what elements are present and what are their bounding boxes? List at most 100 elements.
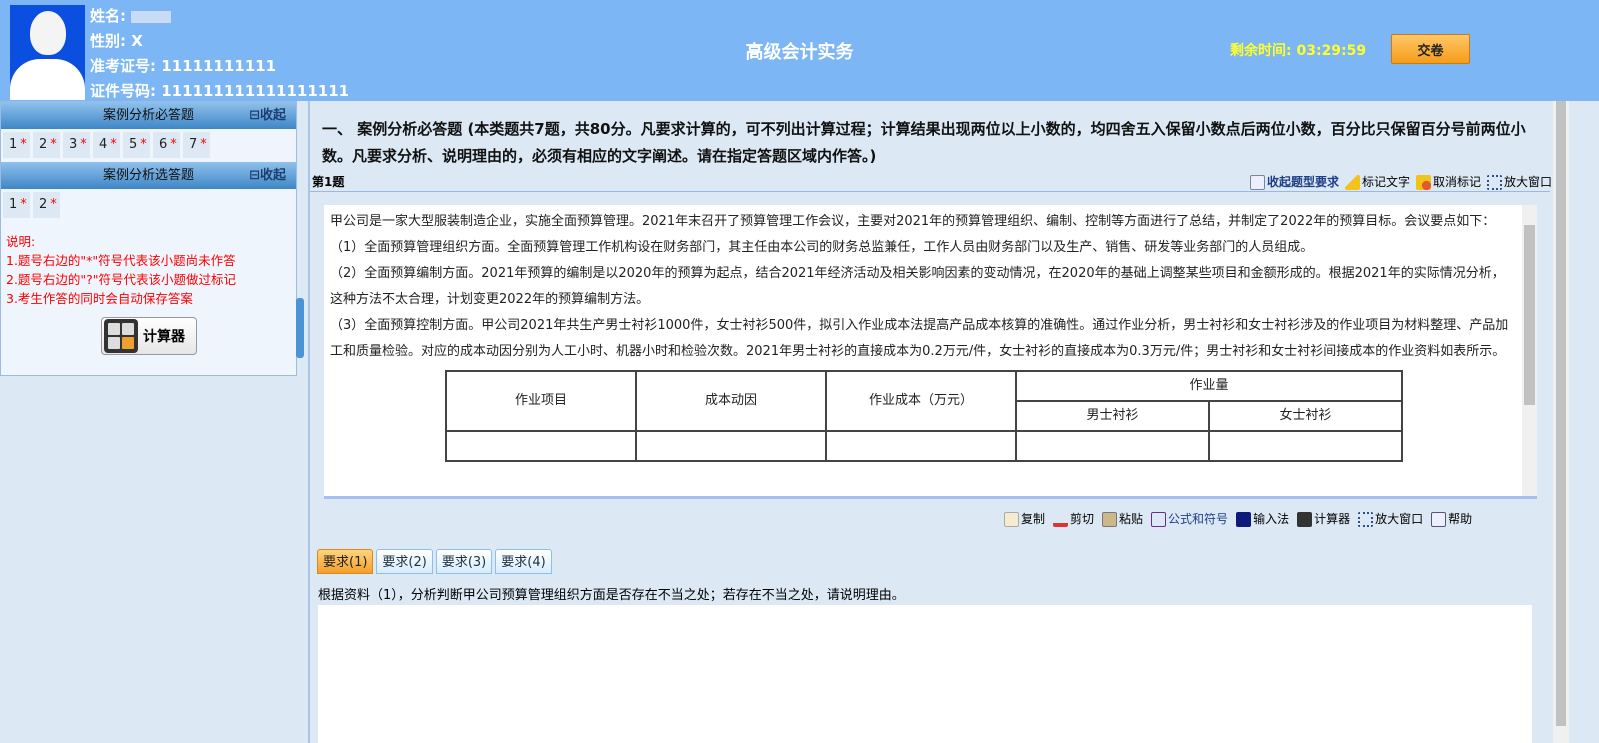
note-line: 3.考生作答的同时会自动保存答案	[6, 291, 193, 306]
question-button[interactable]: 4 *	[93, 132, 120, 158]
table-header: 男士衬衫	[1015, 400, 1210, 432]
table-header: 作业项目	[445, 370, 637, 432]
submit-exam-button[interactable]: 交卷	[1391, 34, 1470, 64]
name-blurred	[131, 10, 172, 23]
unanswered-mark: *	[110, 137, 117, 152]
table-header: 成本动因	[635, 370, 827, 432]
unanswered-mark: *	[50, 137, 57, 152]
requirement-tabs: 要求(1) 要求(2) 要求(3) 要求(4)	[317, 549, 552, 574]
question-number: 5	[129, 137, 138, 152]
label: 放大窗口	[1503, 175, 1552, 189]
book-icon	[1431, 512, 1447, 527]
question-button[interactable]: 5 *	[123, 132, 150, 158]
question-button[interactable]: 1 *	[3, 132, 30, 158]
tab-requirement-4[interactable]: 要求(4)	[495, 549, 552, 574]
table-header: 作业量	[1015, 370, 1403, 402]
mark-text-button[interactable]: 标记文字	[1344, 173, 1410, 190]
copy-icon	[1004, 512, 1019, 527]
question-list: 1 * 2 * 3 * 4 * 5 * 6 * 7 *	[1, 129, 296, 162]
formula-icon	[1151, 512, 1167, 527]
maximize-icon	[1486, 175, 1502, 190]
label: 复制	[1021, 512, 1046, 526]
question-content: 甲公司是一家大型服装制造企业，实施全面预算管理。2021年末召开了预算管理工作会…	[324, 205, 1522, 496]
id-value: 111111111111111111	[161, 82, 350, 100]
help-button[interactable]: 帮助	[1431, 510, 1472, 527]
question-button[interactable]: 3 *	[63, 132, 90, 158]
answer-input[interactable]	[318, 605, 1532, 743]
header: 姓名: 性别: X 准考证号: 11111111111 证件号码: 111111…	[0, 0, 1599, 101]
remaining-time: 剩余时间: 03:29:59	[1230, 40, 1366, 60]
gender-value: X	[131, 32, 143, 50]
question-button[interactable]: 1 *	[3, 192, 30, 218]
cut-button[interactable]: 剪切	[1053, 510, 1094, 527]
label: 公式和符号	[1168, 512, 1229, 526]
section-instructions: 一、 案例分析必答题 (本类题共7题，共80分。凡要求计算的，可不列出计算过程；…	[322, 120, 1526, 165]
maximize-editor-button[interactable]: 放大窗口	[1358, 510, 1423, 527]
question-toolbar: 收起题型要求 标记文字 取消标记 放大窗口	[1249, 173, 1552, 190]
candidate-info: 姓名: 性别: X 准考证号: 11111111111 证件号码: 111111…	[90, 4, 349, 104]
name-label: 姓名:	[90, 7, 126, 25]
collapse-button[interactable]: ⊟收起	[249, 102, 286, 129]
divider	[308, 101, 310, 743]
label: 帮助	[1448, 512, 1473, 526]
sidebar-toggle-handle[interactable]	[296, 298, 304, 358]
note-line: 说明:	[6, 234, 36, 249]
calculator-tool-button[interactable]: 计算器	[1297, 510, 1350, 527]
unanswered-mark: *	[20, 197, 27, 212]
unanswered-mark: *	[200, 137, 207, 152]
paragraph: 甲公司是一家大型服装制造企业，实施全面预算管理。2021年末召开了预算管理工作会…	[330, 214, 1496, 229]
separator	[310, 191, 1550, 192]
tab-requirement-3[interactable]: 要求(3)	[435, 549, 493, 574]
maximize-icon	[1358, 512, 1374, 527]
unmark-icon	[1415, 175, 1431, 190]
question-button[interactable]: 2 *	[33, 132, 60, 158]
input-method-button[interactable]: 输入法	[1236, 510, 1289, 527]
question-number: 1	[9, 197, 18, 212]
question-button[interactable]: 2 *	[33, 192, 60, 218]
formula-button[interactable]: 公式和符号	[1151, 510, 1228, 527]
scissors-icon	[1053, 512, 1069, 527]
unanswered-mark: *	[80, 137, 87, 152]
candidate-photo	[10, 5, 85, 100]
paste-icon	[1102, 512, 1118, 527]
table-header: 女士衬衫	[1208, 400, 1403, 432]
label: 计算器	[1314, 512, 1351, 526]
activity-table: 作业项目 成本动因 作业成本（万元） 作业量 男士衬衫 女士衬衫	[445, 370, 1403, 462]
question-number: 3	[69, 137, 78, 152]
collapse-button[interactable]: ⊟收起	[249, 162, 286, 189]
resize-bar	[324, 496, 1537, 499]
collapse-requirements-button[interactable]: 收起题型要求	[1249, 173, 1339, 190]
highlighter-icon	[1344, 175, 1360, 190]
question-number: 2	[39, 137, 48, 152]
label: 输入法	[1253, 512, 1290, 526]
timer-value: 03:29:59	[1296, 43, 1367, 59]
label: 粘贴	[1119, 512, 1144, 526]
chevron-up-icon	[1249, 175, 1265, 190]
calculator-icon	[1297, 512, 1313, 527]
page-scrollbar[interactable]	[1553, 101, 1569, 743]
question-button[interactable]: 6 *	[153, 132, 180, 158]
paste-button[interactable]: 粘贴	[1102, 510, 1143, 527]
question-number: 2	[39, 197, 48, 212]
question-number: 7	[189, 137, 198, 152]
question-button[interactable]: 7 *	[183, 132, 210, 158]
requirement-prompt: 根据资料（1），分析判断甲公司预算管理组织方面是否存在不当之处；若存在不当之处，…	[318, 588, 905, 603]
maximize-button[interactable]: 放大窗口	[1486, 173, 1552, 190]
question-list: 1 * 2 *	[1, 189, 296, 222]
section-title: 案例分析选答题	[102, 168, 194, 183]
tab-requirement-1[interactable]: 要求(1)	[317, 549, 374, 574]
question-navigator: 案例分析必答题 ⊟收起 1 * 2 * 3 * 4 * 5 * 6 * 7 * 案例分析选答题 ⊟收起 1 * 2…	[0, 101, 297, 376]
calculator-label: 计算器	[143, 329, 185, 345]
unanswered-mark: *	[20, 137, 27, 152]
calculator-button[interactable]: 计算器	[101, 317, 197, 355]
note-line: 2.题号右边的"?"符号代表该小题做过标记	[6, 272, 237, 287]
tab-requirement-2[interactable]: 要求(2)	[376, 549, 433, 574]
content-scrollbar[interactable]	[1522, 205, 1537, 496]
copy-button[interactable]: 复制	[1004, 510, 1045, 527]
unmark-button[interactable]: 取消标记	[1415, 173, 1481, 190]
section-header-optional: 案例分析选答题 ⊟收起	[1, 162, 296, 189]
section-header-required: 案例分析必答题 ⊟收起	[1, 102, 296, 129]
unanswered-mark: *	[170, 137, 177, 152]
label: 剪切	[1070, 512, 1095, 526]
table-header: 作业成本（万元）	[825, 370, 1017, 432]
